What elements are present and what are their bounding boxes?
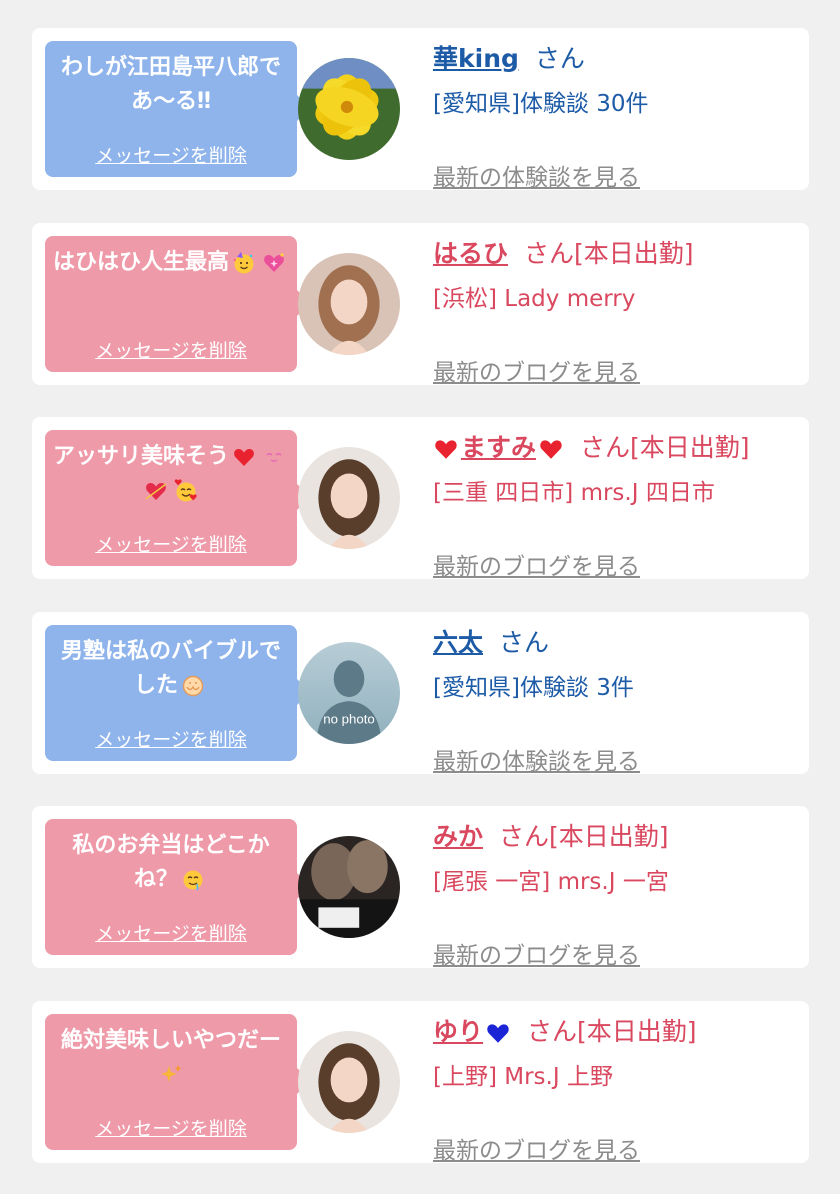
avatar-woman-portrait-photo[interactable] <box>298 252 400 355</box>
message-text-block: 絶対美味しいやつだー <box>53 1024 289 1092</box>
shop-area: [浜松] Lady merry <box>433 285 636 312</box>
message-text-block: わしが江田島平八郎であ〜る‼ <box>53 51 289 119</box>
message-bubble: わしが江田島平八郎であ〜る‼ メッセージを削除 <box>45 41 310 177</box>
shop-area: [愛知県]体験談 3件 <box>433 674 634 701</box>
profile-name-link[interactable]: ゆり <box>433 1017 511 1046</box>
message-card-1: わしが江田島平八郎であ〜る‼ メッセージを削除 華king さん [愛知県]体験談… <box>32 28 809 191</box>
message-card-4: 男塾は私のバイブルでした メッセージを削除 no photo 六太 さん [愛知県… <box>32 611 809 775</box>
profile-name: 六太 <box>433 627 484 657</box>
message-card-3: アッサリ美味そう メッセージを削除 ますみ さん[本日出勤] [三重 四日市] m… <box>32 417 809 580</box>
name-line: 六太 さん <box>433 626 799 660</box>
message-list: わしが江田島平八郎であ〜る‼ メッセージを削除 華king さん [愛知県]体験談… <box>0 0 840 1194</box>
message-card-5: 私のお弁当はどこかね？ メッセージを削除 みか さん[本日出勤] [尾張 一宮] … <box>32 806 809 969</box>
profile-info: はるひ さん[本日出勤] [浜松] Lady merry 最新のブログを見る <box>433 237 799 386</box>
shop-area: [上野] Mrs.J 上野 <box>433 1063 613 1090</box>
message-text-block: 私のお弁当はどこかね？ <box>53 829 289 897</box>
message-bubble: 私のお弁当はどこかね？ メッセージを削除 <box>45 819 310 955</box>
shop-area: [尾張 一宮] mrs.J 一宮 <box>433 869 669 895</box>
message-card-6: 絶対美味しいやつだー メッセージを削除 ゆり さん[本日出勤] [上野] Mrs.… <box>32 1000 809 1164</box>
profile-info: みか さん[本日出勤] [尾張 一宮] mrs.J 一宮 最新のブログを見る <box>433 820 799 969</box>
message-text: 男塾は私のバイブルでした <box>60 638 281 698</box>
profile-name-link[interactable]: 華king <box>433 44 519 73</box>
message-text: はひはひ人生最高 <box>53 249 230 275</box>
avatar-woman-portrait-photo[interactable] <box>298 447 400 549</box>
red-heart-icon <box>433 436 459 462</box>
profile-name-link[interactable]: 六太 <box>433 628 483 657</box>
open-hands-icon <box>181 674 205 698</box>
name-line: 華king さん <box>433 42 799 76</box>
profile-name-link[interactable]: はるひ <box>433 239 508 268</box>
message-emoji-group <box>229 250 289 275</box>
profile-name-link[interactable]: ますみ <box>433 433 564 462</box>
sparkling-heart-icon <box>262 251 286 275</box>
view-latest-link[interactable]: 最新のブログを見る <box>433 1131 640 1165</box>
avatar-woman-portrait-photo[interactable] <box>298 1030 400 1133</box>
message-emoji-group <box>178 867 208 892</box>
name-line: ゆり さん[本日出勤] <box>433 1015 799 1049</box>
delete-message-link[interactable]: メッセージを削除 <box>45 336 297 363</box>
name-line: ますみ さん[本日出勤] <box>433 431 799 465</box>
profile-name: ますみ <box>461 433 537 462</box>
message-bubble: 男塾は私のバイブルでした メッセージを削除 <box>45 624 310 761</box>
shop-area: [愛知県]体験談 30件 <box>433 91 649 117</box>
view-latest-link[interactable]: 最新のブログを見る <box>433 936 640 970</box>
name-suffix: さん <box>534 44 585 73</box>
message-text-block: はひはひ人生最高 <box>53 246 289 280</box>
name-suffix: さん <box>499 627 550 657</box>
message-bubble: 絶対美味しいやつだー メッセージを削除 <box>45 1013 310 1150</box>
message-bubble: はひはひ人生最高 メッセージを削除 <box>45 235 310 372</box>
avatar-legs-dark-photo[interactable] <box>298 836 400 938</box>
delete-message-link[interactable]: メッセージを削除 <box>45 725 297 752</box>
name-suffix: さん[本日出勤] <box>580 433 750 462</box>
name-suffix: さん[本日出勤] <box>527 1016 697 1046</box>
drooling-face-icon <box>181 868 205 892</box>
delete-message-link[interactable]: メッセージを削除 <box>45 530 297 557</box>
name-line: はるひ さん[本日出勤] <box>433 237 799 271</box>
red-heart-icon <box>232 445 256 469</box>
avatar-yellow-hibiscus-photo[interactable] <box>298 58 400 160</box>
view-latest-link[interactable]: 最新の体験談を見る <box>433 742 640 776</box>
name-suffix: さん[本日出勤] <box>524 238 694 268</box>
profile-info: 六太 さん [愛知県]体験談 3件 最新の体験談を見る <box>433 626 799 775</box>
message-bubble: アッサリ美味そう メッセージを削除 <box>45 430 310 566</box>
profile-name-link[interactable]: みか <box>433 822 483 851</box>
smiling-face-with-hearts-icon <box>174 479 198 503</box>
view-latest-link[interactable]: 最新のブログを見る <box>433 353 640 387</box>
delete-message-link[interactable]: メッセージを削除 <box>45 1114 297 1141</box>
name-suffix: さん[本日出勤] <box>499 822 669 851</box>
profile-info: ゆり さん[本日出勤] [上野] Mrs.J 上野 最新のブログを見る <box>433 1015 799 1164</box>
profile-name: はるひ <box>433 238 509 268</box>
message-text-block: 男塾は私のバイブルでした <box>53 635 289 703</box>
message-emoji-group <box>178 673 208 698</box>
smiling-eyes-icon <box>262 445 286 469</box>
shop-area: [三重 四日市] mrs.J 四日市 <box>433 480 715 506</box>
message-text: わしが江田島平八郎であ〜る‼ <box>60 55 281 114</box>
profile-name: 華king <box>433 44 519 73</box>
message-text: アッサリ美味そう <box>53 444 230 469</box>
heart-with-arrow-icon <box>144 479 168 503</box>
sparkles-icon <box>159 1063 183 1087</box>
partying-face-icon <box>232 251 256 275</box>
red-heart-icon <box>538 436 564 462</box>
avatar-no-photo-silhouette[interactable]: no photo <box>298 641 400 744</box>
profile-name: みか <box>433 822 484 851</box>
view-latest-link[interactable]: 最新の体験談を見る <box>433 158 640 192</box>
message-text: 絶対美味しいやつだー <box>60 1027 281 1053</box>
message-card-2: はひはひ人生最高 メッセージを削除 はるひ さん[本日出勤] [浜松] Lady … <box>32 222 809 386</box>
profile-info: 華king さん [愛知県]体験談 30件 最新の体験談を見る <box>433 42 799 191</box>
message-emoji-group <box>156 1062 186 1087</box>
blue-heart-icon <box>485 1020 511 1046</box>
svg-text:no photo: no photo <box>323 711 375 726</box>
profile-info: ますみ さん[本日出勤] [三重 四日市] mrs.J 四日市 最新のブログを見る <box>433 431 799 580</box>
view-latest-link[interactable]: 最新のブログを見る <box>433 547 640 581</box>
delete-message-link[interactable]: メッセージを削除 <box>45 919 297 946</box>
delete-message-link[interactable]: メッセージを削除 <box>45 141 297 168</box>
message-text-block: アッサリ美味そう <box>53 440 289 508</box>
name-line: みか さん[本日出勤] <box>433 820 799 854</box>
message-text: 私のお弁当はどこかね？ <box>72 833 270 892</box>
profile-name: ゆり <box>433 1016 484 1046</box>
